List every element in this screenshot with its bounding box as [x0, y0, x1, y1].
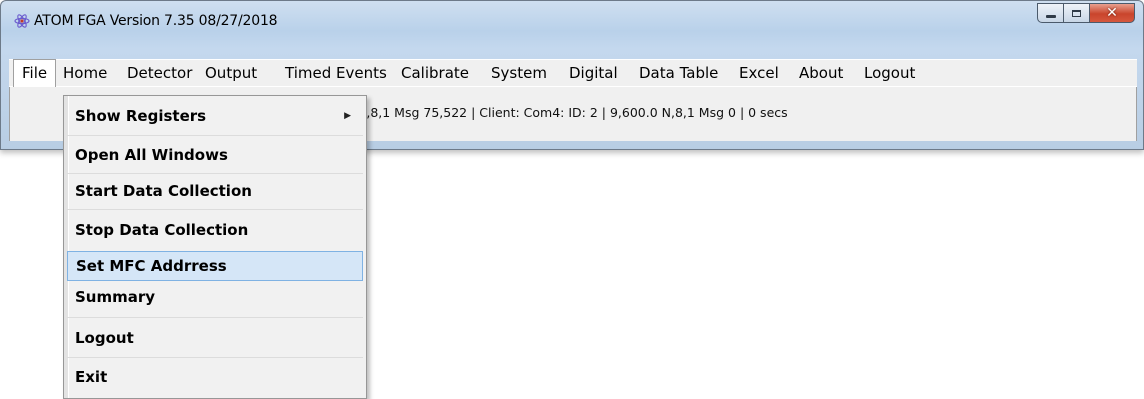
menu-logout[interactable]: Logout — [864, 64, 915, 82]
menu-separator — [67, 135, 363, 136]
menu-item-label: Stop Data Collection — [75, 221, 249, 239]
menu-item-set-mfc-address[interactable]: Set MFC Addrress — [67, 251, 363, 281]
menu-output[interactable]: Output — [205, 64, 257, 82]
minimize-icon — [1045, 14, 1056, 18]
menu-item-open-all-windows[interactable]: Open All Windows — [67, 140, 363, 170]
menu-bar: File Home Detector Output Timed Events C… — [9, 59, 1137, 87]
menu-timed-events[interactable]: Timed Events — [285, 64, 387, 82]
menu-separator — [67, 317, 363, 318]
menu-about[interactable]: About — [799, 64, 843, 82]
menu-item-label: Set MFC Addrress — [76, 257, 227, 275]
menu-calibrate[interactable]: Calibrate — [401, 64, 469, 82]
menu-item-stop-data-collection[interactable]: Stop Data Collection — [67, 215, 363, 245]
menu-digital[interactable]: Digital — [569, 64, 618, 82]
menu-item-start-data-collection[interactable]: Start Data Collection — [67, 176, 363, 206]
menu-file-label: File — [22, 64, 48, 82]
menu-item-label: Open All Windows — [75, 146, 228, 164]
menu-item-label: Show Registers — [75, 107, 207, 125]
menu-separator — [67, 209, 363, 210]
atom-icon — [14, 13, 30, 29]
menu-item-label: Exit — [75, 368, 108, 386]
menu-item-show-registers[interactable]: Show Registers ▶ — [67, 101, 363, 131]
menu-system[interactable]: System — [491, 64, 547, 82]
menu-item-label: Summary — [75, 288, 156, 306]
menu-item-label: Logout — [75, 329, 134, 347]
caption-buttons: ✕ — [1037, 3, 1135, 25]
menu-item-summary[interactable]: Summary — [67, 282, 363, 312]
menu-item-exit[interactable]: Exit — [67, 362, 363, 392]
connection-status: N,8,1 Msg 75,522 | Client: Com4: ID: 2 |… — [357, 105, 788, 120]
menu-detector[interactable]: Detector — [127, 64, 192, 82]
menu-home[interactable]: Home — [63, 64, 107, 82]
window-title: ATOM FGA Version 7.35 08/27/2018 — [34, 13, 278, 29]
maximize-icon — [1072, 9, 1081, 17]
file-menu-dropdown: Show Registers ▶ Open All Windows Start … — [63, 95, 367, 399]
menu-item-label: Start Data Collection — [75, 182, 252, 200]
maximize-button[interactable] — [1064, 3, 1090, 23]
close-button[interactable]: ✕ — [1090, 3, 1135, 23]
minimize-button[interactable] — [1037, 3, 1064, 23]
menu-item-logout[interactable]: Logout — [67, 323, 363, 353]
menu-separator — [67, 357, 363, 358]
close-icon: ✕ — [1106, 5, 1118, 21]
menu-data-table[interactable]: Data Table — [639, 64, 718, 82]
menu-excel[interactable]: Excel — [739, 64, 779, 82]
title-bar[interactable]: ATOM FGA Version 7.35 08/27/2018 ✕ — [1, 1, 1143, 43]
submenu-arrow-icon: ▶ — [344, 111, 351, 121]
menu-file[interactable]: File — [13, 59, 57, 87]
menu-separator — [67, 173, 363, 174]
